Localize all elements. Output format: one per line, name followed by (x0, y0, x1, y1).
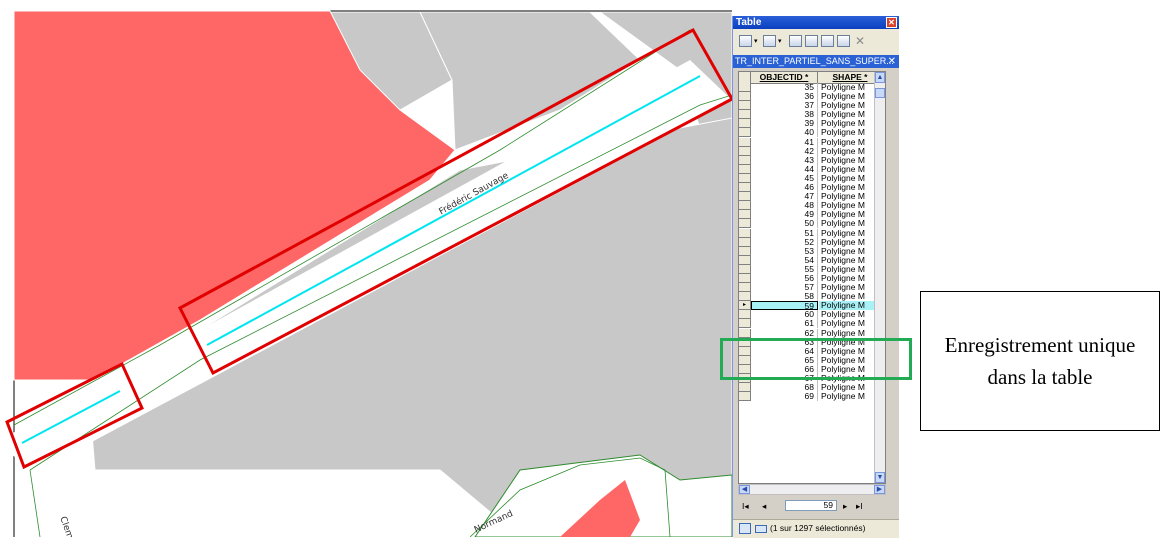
row-selector[interactable] (739, 246, 751, 256)
map-canvas[interactable] (0, 0, 732, 537)
scroll-down-icon[interactable]: ▼ (875, 472, 885, 483)
scroll-thumb[interactable] (875, 88, 885, 98)
current-record-input[interactable]: 59 (785, 500, 837, 511)
table-toolbar: ▾ ▾ ✕ (733, 29, 899, 56)
row-selector[interactable] (739, 319, 751, 329)
zoom-to-selected-icon[interactable] (837, 35, 850, 47)
scroll-right-icon[interactable]: ▶ (874, 485, 885, 494)
close-icon[interactable]: ✕ (886, 17, 897, 28)
row-selector[interactable] (739, 210, 751, 220)
selection-count: (1 sur 1297 sélectionnés) (770, 523, 866, 533)
row-selector[interactable] (739, 128, 751, 138)
selected-row-highlight (720, 338, 912, 380)
horizontal-scrollbar[interactable]: ◀ ▶ (738, 484, 886, 495)
row-selector[interactable] (739, 328, 751, 338)
row-selector[interactable] (739, 119, 751, 129)
road-line-left (29, 469, 41, 537)
switch-selection-icon[interactable] (805, 35, 818, 47)
dropdown-arrow-icon[interactable]: ▾ (778, 37, 782, 45)
row-selector[interactable] (739, 110, 751, 120)
cell-objectid[interactable]: 69 (751, 392, 818, 402)
row-selector[interactable]: ▸ (739, 301, 751, 311)
row-selector[interactable] (739, 310, 751, 320)
row-selector[interactable] (739, 292, 751, 302)
row-selector[interactable] (739, 392, 751, 402)
window-title: Table (736, 17, 762, 28)
row-selector[interactable] (739, 255, 751, 265)
row-selector[interactable] (739, 228, 751, 238)
row-selector[interactable] (739, 273, 751, 283)
annotation-box: Enregistrement unique dans la table (920, 291, 1160, 431)
row-selector[interactable] (739, 201, 751, 211)
row-selector[interactable] (739, 237, 751, 247)
row-selector[interactable] (739, 146, 751, 156)
row-selector[interactable] (739, 283, 751, 293)
cell-objectid[interactable]: 58 (751, 292, 818, 302)
row-selector[interactable] (739, 264, 751, 274)
cell-shape[interactable]: Polyligne M (819, 392, 882, 401)
tab-layer[interactable]: TR_INTER_PARTIEL_SANS_SUPER... ✕ (733, 55, 899, 68)
map-view[interactable]: Frédéric Sauvage Clement Normand (0, 0, 732, 537)
show-selected-records-icon[interactable] (755, 525, 767, 533)
row-selector[interactable] (739, 173, 751, 183)
row-selector[interactable] (739, 219, 751, 229)
next-record-button[interactable]: ▸ (843, 499, 847, 513)
scroll-up-icon[interactable]: ▲ (875, 72, 885, 83)
vertical-scrollbar[interactable]: ▲ ▼ (874, 72, 885, 483)
record-navigation: I◂ ◂ 59 ▸ ▸I (733, 499, 899, 513)
row-selector[interactable] (739, 383, 751, 393)
row-selector[interactable] (739, 92, 751, 102)
row-selector[interactable] (739, 137, 751, 147)
row-selector-header[interactable] (739, 72, 751, 83)
scroll-left-icon[interactable]: ◀ (739, 485, 750, 494)
annotation-text: Enregistrement unique dans la table (944, 333, 1136, 389)
table-status-bar: (1 sur 1297 sélectionnés) (733, 519, 899, 538)
tab-close-icon[interactable]: ✕ (888, 55, 896, 68)
attribute-table-window[interactable]: Table ✕ ▾ ▾ ✕ TR_INTER_PARTIEL_SANS_SUPE… (732, 16, 899, 538)
layer-tab-label: TR_INTER_PARTIEL_SANS_SUPER... (735, 56, 894, 66)
show-all-records-icon[interactable] (739, 523, 751, 534)
related-tables-icon[interactable] (763, 35, 776, 47)
table-row[interactable]: 69 Polyligne M (739, 392, 882, 402)
row-selector[interactable] (739, 101, 751, 111)
first-record-button[interactable]: I◂ (742, 499, 749, 513)
dropdown-arrow-icon[interactable]: ▾ (754, 37, 758, 45)
select-by-attributes-icon[interactable] (789, 35, 802, 47)
row-selector[interactable] (739, 155, 751, 165)
clear-selection-icon[interactable] (821, 35, 834, 47)
delete-selected-icon[interactable]: ✕ (855, 34, 865, 48)
last-record-button[interactable]: ▸I (856, 499, 863, 513)
row-selector[interactable] (739, 83, 751, 92)
row-selector[interactable] (739, 164, 751, 174)
attribute-grid[interactable]: OBJECTID * SHAPE * 35 Polyligne M 36 Polyli… (738, 71, 886, 484)
row-selector[interactable] (739, 192, 751, 202)
previous-record-button[interactable]: ◂ (762, 499, 766, 513)
title-bar[interactable]: Table ✕ (733, 16, 899, 29)
row-selector[interactable] (739, 183, 751, 193)
table-options-icon[interactable] (739, 35, 752, 47)
